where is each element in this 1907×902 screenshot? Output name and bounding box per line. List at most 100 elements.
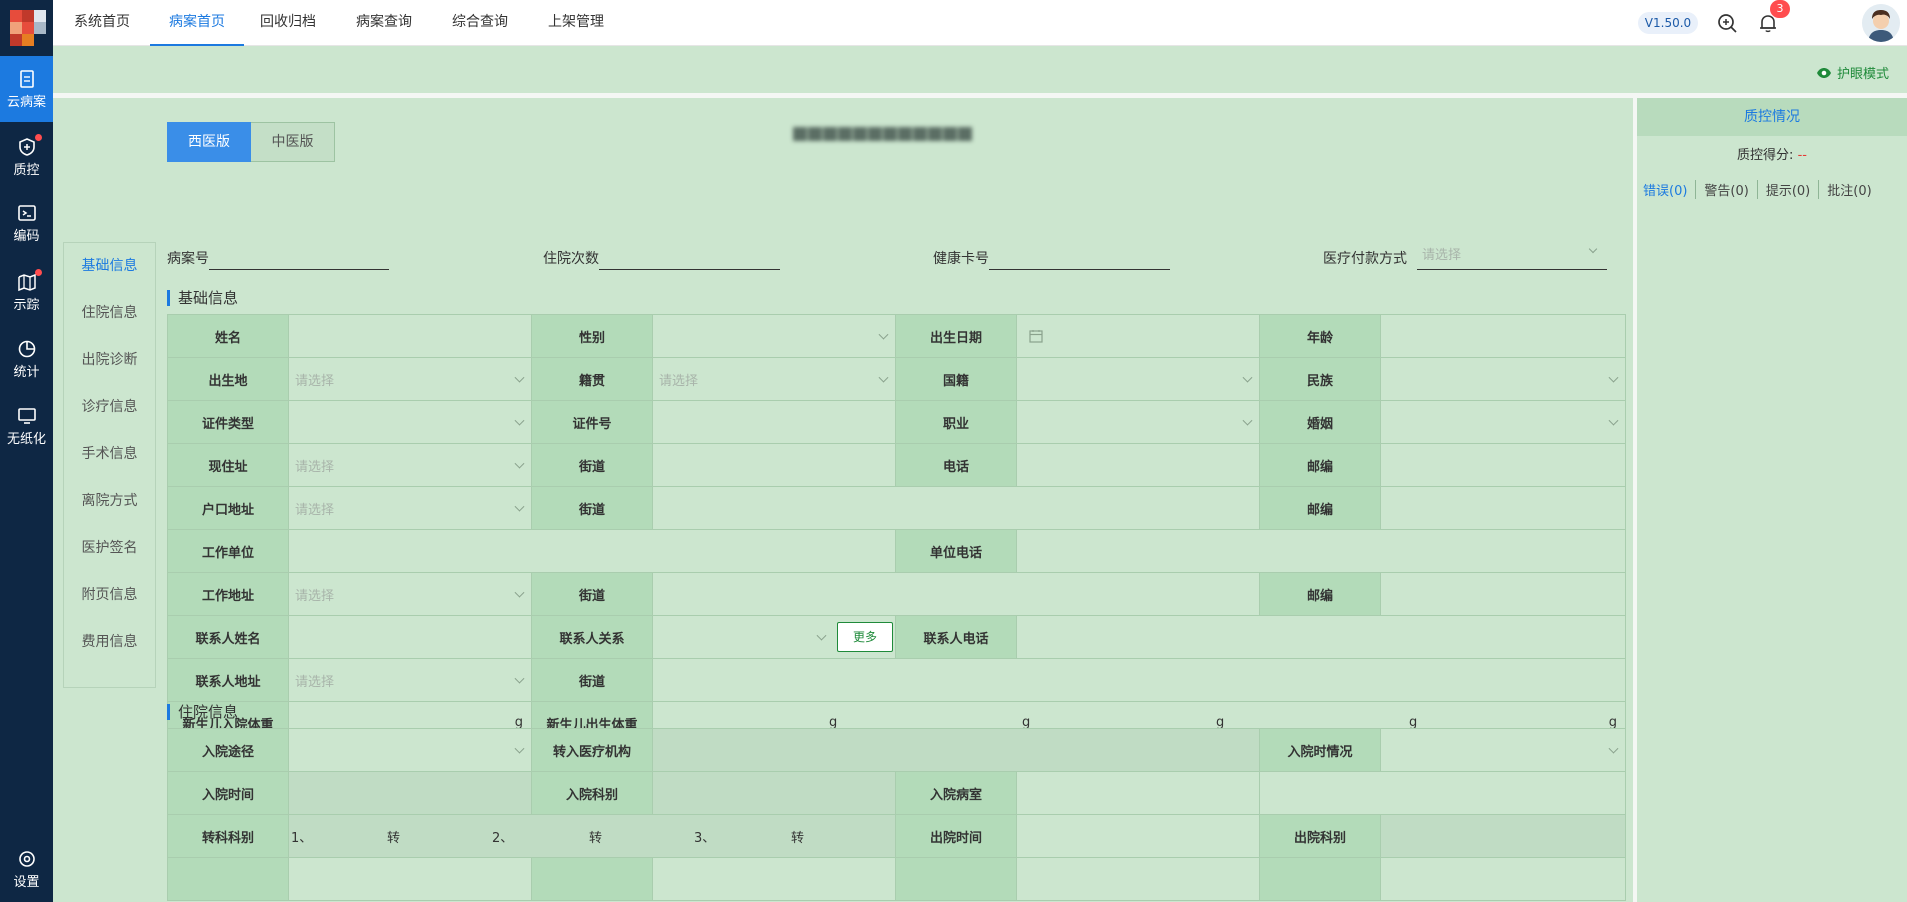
nationality-select[interactable] <box>1016 357 1260 401</box>
version-toggle: 西医版 中医版 <box>167 122 335 162</box>
sidebar-item-label: 设置 <box>13 874 40 890</box>
admit-condition-select[interactable] <box>1380 728 1627 772</box>
tab-comprehensive-query[interactable]: 综合查询 <box>445 0 515 46</box>
discharge-time-field[interactable] <box>1015 814 1261 858</box>
sidebar-item-coding[interactable]: 编码 <box>0 190 53 256</box>
monitor-icon <box>17 407 36 424</box>
nationality-label: 国籍 <box>895 357 1017 401</box>
table-row: 出生地 请选择 籍贯 请选择 国籍 民族 <box>167 357 1626 401</box>
birth-date-picker[interactable] <box>1016 314 1260 358</box>
gender-select[interactable] <box>652 314 896 358</box>
section-title-basic: 基础信息 <box>167 290 238 306</box>
section-nav-discharge-diagnosis[interactable]: 出院诊断 <box>64 337 155 384</box>
sidebar-item-cloud-record[interactable]: 云病案 <box>0 56 53 122</box>
contact-address-select[interactable]: 请选择 <box>288 658 532 702</box>
case-no-input[interactable] <box>209 269 389 270</box>
chevron-down-icon <box>816 630 827 641</box>
tab-system-home[interactable]: 系统首页 <box>67 0 137 46</box>
chinese-version-button[interactable]: 中医版 <box>251 122 335 162</box>
section-nav-fees[interactable]: 费用信息 <box>64 619 155 666</box>
admission-count-input[interactable] <box>599 269 780 270</box>
id-no-field[interactable] <box>652 400 896 444</box>
hospitalization-table: 入院途径 转入医疗机构 入院时情况 入院时间 入院科别 入院病室 转科科别 1、… <box>167 728 1627 901</box>
native-place-select[interactable]: 请选择 <box>652 357 896 401</box>
contact-street-field[interactable] <box>652 658 1626 702</box>
section-nav-discharge-method[interactable]: 离院方式 <box>64 478 155 525</box>
birthplace-select[interactable]: 请选择 <box>288 357 532 401</box>
user-avatar-icon <box>1862 4 1900 42</box>
postcode-label: 邮编 <box>1259 572 1381 616</box>
sidebar-item-tracking[interactable]: 示踪 <box>0 259 53 325</box>
work-unit-field[interactable] <box>288 529 896 573</box>
section-nav-appendix[interactable]: 附页信息 <box>64 572 155 619</box>
section-nav-hospitalization[interactable]: 住院信息 <box>64 290 155 337</box>
table-row <box>167 857 1627 901</box>
section-nav-surgery[interactable]: 手术信息 <box>64 431 155 478</box>
avatar[interactable] <box>1862 4 1900 42</box>
birth-date-label: 出生日期 <box>895 314 1017 358</box>
settings-icon <box>18 850 35 867</box>
next-row-label <box>531 857 653 901</box>
section-nav-basic[interactable]: 基础信息 <box>64 243 155 290</box>
section-nav-treatment[interactable]: 诊疗信息 <box>64 384 155 431</box>
transfer-dept-label: 转科科别 <box>167 814 289 858</box>
health-card-input[interactable] <box>989 269 1170 270</box>
postcode-label: 邮编 <box>1259 486 1381 530</box>
household-postcode-field[interactable] <box>1380 486 1626 530</box>
ethnicity-select[interactable] <box>1380 357 1626 401</box>
sidebar-item-quality[interactable]: 质控 <box>0 124 53 190</box>
next-row-field[interactable] <box>1380 857 1627 901</box>
household-street-field[interactable] <box>652 486 1260 530</box>
transfer-dept-fields[interactable]: 1、 转 2、 转 3、 转 <box>288 814 896 858</box>
id-type-select[interactable] <box>288 400 532 444</box>
occupation-select[interactable] <box>1016 400 1260 444</box>
marriage-select[interactable] <box>1380 400 1626 444</box>
zoom-in-icon[interactable] <box>1716 12 1738 34</box>
tab-case-query[interactable]: 病案查询 <box>349 0 419 46</box>
tab-shelf-management[interactable]: 上架管理 <box>541 0 611 46</box>
qc-tab-annotations[interactable]: 批注(0) <box>1819 180 1879 199</box>
work-phone-field[interactable] <box>1016 529 1626 573</box>
work-street-field[interactable] <box>652 572 1260 616</box>
tab-recycle-archive[interactable]: 回收归档 <box>253 0 323 46</box>
admit-route-select[interactable] <box>288 728 532 772</box>
age-field[interactable] <box>1380 314 1626 358</box>
eye-mode-toggle[interactable]: 护眼模式 <box>1816 63 1889 82</box>
section-nav-signatures[interactable]: 医护签名 <box>64 525 155 572</box>
qc-tab-hints[interactable]: 提示(0) <box>1758 180 1820 199</box>
current-street-field[interactable] <box>652 443 896 487</box>
next-row-field[interactable] <box>288 857 532 901</box>
qc-tab-warnings[interactable]: 警告(0) <box>1696 180 1758 199</box>
work-address-select[interactable]: 请选择 <box>288 572 532 616</box>
contact-relation-select[interactable]: 更多 <box>652 615 896 659</box>
contact-name-field[interactable] <box>288 615 532 659</box>
sidebar-item-settings[interactable]: 设置 <box>0 836 53 902</box>
household-address-select[interactable]: 请选择 <box>288 486 532 530</box>
work-unit-label: 工作单位 <box>167 529 289 573</box>
sidebar-item-statistics[interactable]: 统计 <box>0 326 53 392</box>
qc-tab-errors[interactable]: 错误(0) <box>1643 180 1697 199</box>
name-field[interactable] <box>288 314 532 358</box>
contact-phone-field[interactable] <box>1016 615 1626 659</box>
current-address-select[interactable]: 请选择 <box>288 443 532 487</box>
western-version-button[interactable]: 西医版 <box>167 122 251 162</box>
next-row-field[interactable] <box>1015 857 1261 901</box>
phone-field[interactable] <box>1016 443 1260 487</box>
chevron-down-icon <box>514 501 525 512</box>
more-button[interactable]: 更多 <box>837 622 893 652</box>
admit-ward-field[interactable] <box>1015 771 1261 815</box>
app-logo <box>6 6 54 46</box>
sidebar-item-paperless[interactable]: 无纸化 <box>0 393 53 459</box>
main-content: 护眼模式 西医版 中医版 基础信息 住院信息 出院诊断 诊疗信息 手术信息 离院… <box>53 46 1907 902</box>
work-postcode-field[interactable] <box>1380 572 1626 616</box>
marriage-label: 婚姻 <box>1259 400 1381 444</box>
tab-case-home[interactable]: 病案首页 <box>150 0 244 46</box>
next-row-field[interactable] <box>652 857 896 901</box>
discharge-dept-field[interactable] <box>1380 814 1627 858</box>
chevron-down-icon <box>1608 743 1619 754</box>
payment-method-select[interactable]: 请选择 <box>1422 244 1461 263</box>
admit-dept-field[interactable] <box>652 771 896 815</box>
admit-time-field[interactable] <box>288 771 532 815</box>
transfer-in-field[interactable] <box>651 728 1261 772</box>
current-postcode-field[interactable] <box>1380 443 1626 487</box>
